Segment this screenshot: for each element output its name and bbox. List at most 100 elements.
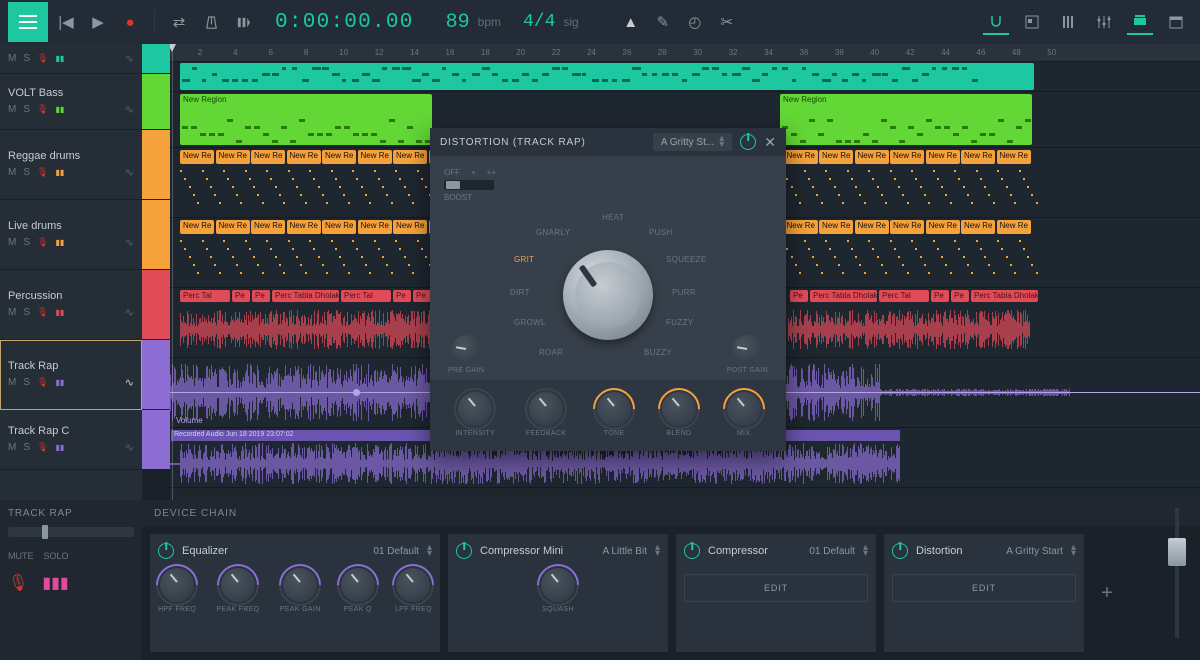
automation-icon[interactable]: ∿	[125, 103, 134, 116]
mute-button[interactable]: MUTE	[8, 551, 34, 561]
distortion-plugin-window[interactable]: DISTORTION (TRACK RAP) A Gritty St...▴▾ …	[430, 128, 786, 451]
midi-region[interactable]: New Re	[393, 220, 427, 234]
midi-region[interactable]: New Re	[251, 150, 285, 164]
automation-point[interactable]	[353, 389, 360, 396]
instrument-icon[interactable]: ▮▮	[55, 443, 64, 452]
track-header[interactable]: Live drums M S 🎙 ▮▮ ∿	[0, 200, 142, 270]
record-arm-icon[interactable]: 🎙	[37, 307, 48, 318]
timer-tool[interactable]: ◴	[681, 8, 709, 36]
device-edit-button[interactable]: EDIT	[684, 574, 868, 602]
panel-piano-button[interactable]	[1055, 9, 1081, 35]
postgain-knob[interactable]: POST GAIN	[727, 335, 768, 374]
audio-region[interactable]: Pe	[252, 290, 270, 302]
track-header[interactable]: Reggae drums M S 🎙 ▮▮ ∿	[0, 130, 142, 200]
midi-region[interactable]: New Re	[216, 150, 250, 164]
mode-dial[interactable]	[563, 250, 653, 340]
audio-region[interactable]: Perc Tabla Dholak	[810, 290, 877, 302]
device-preset[interactable]: 01 Default	[373, 546, 419, 557]
snap-button[interactable]	[983, 9, 1009, 35]
midi-region[interactable]: New Re	[926, 220, 960, 234]
device-preset[interactable]: 01 Default	[809, 546, 855, 557]
knob-hpf-freq[interactable]: HPF FREQ	[158, 568, 196, 613]
boost-switch[interactable]	[444, 180, 494, 190]
audio-region[interactable]: Perc Tabla Dholak	[971, 290, 1038, 302]
audio-region[interactable]: Perc Tabla Dholak	[272, 290, 339, 302]
track-header[interactable]: Track Rap C M S 🎙 ▮▮ ∿	[0, 410, 142, 470]
instrument-icon[interactable]: ▮▮	[55, 378, 64, 387]
mute-button[interactable]: M	[8, 237, 16, 248]
automation-icon[interactable]: ∿	[125, 52, 134, 65]
solo-button[interactable]: S	[23, 237, 30, 248]
device-power-button[interactable]	[684, 543, 700, 559]
audio-region[interactable]: Pe	[413, 290, 431, 302]
knob-peak-freq[interactable]: PEAK FREQ	[216, 568, 259, 613]
automation-icon[interactable]: ∿	[125, 376, 134, 389]
midi-region[interactable]: New Re	[855, 220, 889, 234]
audio-region[interactable]: Pe	[951, 290, 969, 302]
menu-button[interactable]	[8, 2, 48, 42]
midi-region[interactable]: New Region	[780, 94, 1032, 145]
device-preset[interactable]: A Little Bit	[603, 546, 647, 557]
midi-region[interactable]: New Re	[819, 220, 853, 234]
plugin-knob-tone[interactable]: TONE	[597, 392, 631, 437]
device-preset[interactable]: A Gritty Start	[1006, 546, 1063, 557]
track-header[interactable]: M S 🎙 ▮▮ ∿	[0, 44, 142, 74]
instrument-icon[interactable]: ▮▮	[55, 168, 64, 177]
panel-devicechain-button[interactable]	[1127, 9, 1153, 35]
midi-region[interactable]: New Re	[926, 150, 960, 164]
audio-region[interactable]: Pe	[931, 290, 949, 302]
metronome-button[interactable]	[197, 8, 225, 36]
automation-icon[interactable]: ∿	[125, 306, 134, 319]
track-header[interactable]: VOLT Bass M S 🎙 ▮▮ ∿	[0, 74, 142, 130]
mute-button[interactable]: M	[8, 442, 16, 453]
midi-region[interactable]: New Re	[180, 220, 214, 234]
record-arm-icon[interactable]: 🎙	[37, 442, 48, 453]
record-button[interactable]: ●	[116, 8, 144, 36]
mute-button[interactable]: M	[8, 307, 16, 318]
time-display[interactable]: 0:00:00.00	[261, 11, 428, 34]
record-arm-icon[interactable]: 🎙	[37, 167, 48, 178]
plugin-header[interactable]: DISTORTION (TRACK RAP) A Gritty St...▴▾ …	[430, 128, 786, 156]
plugin-knob-mix[interactable]: MIX	[727, 392, 761, 437]
plugin-preset-selector[interactable]: A Gritty St...▴▾	[653, 133, 732, 151]
record-arm-icon[interactable]: 🎙	[8, 573, 28, 593]
midi-region[interactable]: New Re	[784, 220, 818, 234]
mute-button[interactable]: M	[8, 377, 16, 388]
plugin-close-button[interactable]: ✕	[764, 134, 776, 151]
midi-region[interactable]: New Re	[287, 220, 321, 234]
loop-button[interactable]: ⇄	[165, 8, 193, 36]
track-header[interactable]: Percussion M S 🎙 ▮▮ ∿	[0, 270, 142, 340]
track-header[interactable]: Track Rap M S 🎙 ▮▮ ∿	[0, 340, 142, 410]
midi-region[interactable]: New Re	[784, 150, 818, 164]
midi-region[interactable]: New Re	[961, 220, 995, 234]
mute-button[interactable]: M	[8, 167, 16, 178]
preset-stepper[interactable]: ▴▾	[1071, 545, 1076, 557]
midi-region[interactable]: New Re	[855, 150, 889, 164]
midi-region[interactable]: New Re	[287, 150, 321, 164]
knob-lpf-freq[interactable]: LPF FREQ	[395, 568, 432, 613]
ruler[interactable]: 2468101214161820222426283032343638404244…	[170, 44, 1200, 62]
knob-peak-q[interactable]: PEAK Q	[341, 568, 375, 613]
midi-region[interactable]: New Re	[322, 150, 356, 164]
mute-button[interactable]: M	[8, 104, 16, 115]
automation-icon[interactable]: ∿	[125, 441, 134, 454]
plugin-knob-blend[interactable]: BLEND	[662, 392, 696, 437]
solo-button[interactable]: S	[23, 307, 30, 318]
midi-region[interactable]: New Re	[961, 150, 995, 164]
record-arm-icon[interactable]: 🎙	[37, 104, 48, 115]
automation-icon[interactable]: ∿	[125, 236, 134, 249]
midi-region[interactable]: New Re	[180, 150, 214, 164]
preset-stepper[interactable]: ▴▾	[427, 545, 432, 557]
midi-region[interactable]: New Re	[819, 150, 853, 164]
rewind-button[interactable]: |◀	[52, 8, 80, 36]
pointer-tool[interactable]: ▲	[617, 8, 645, 36]
instrument-icon[interactable]: ▮▮	[55, 238, 64, 247]
mute-button[interactable]: M	[8, 53, 16, 64]
plugin-knob-intensity[interactable]: INTENSITY	[455, 392, 495, 437]
solo-button[interactable]: SOLO	[44, 551, 69, 561]
solo-button[interactable]: S	[23, 53, 30, 64]
audio-region[interactable]: Pe	[393, 290, 411, 302]
panel-inspector-button[interactable]	[1019, 9, 1045, 35]
midi-region[interactable]: New Re	[393, 150, 427, 164]
instrument-icon[interactable]: ▮▮	[55, 308, 64, 317]
